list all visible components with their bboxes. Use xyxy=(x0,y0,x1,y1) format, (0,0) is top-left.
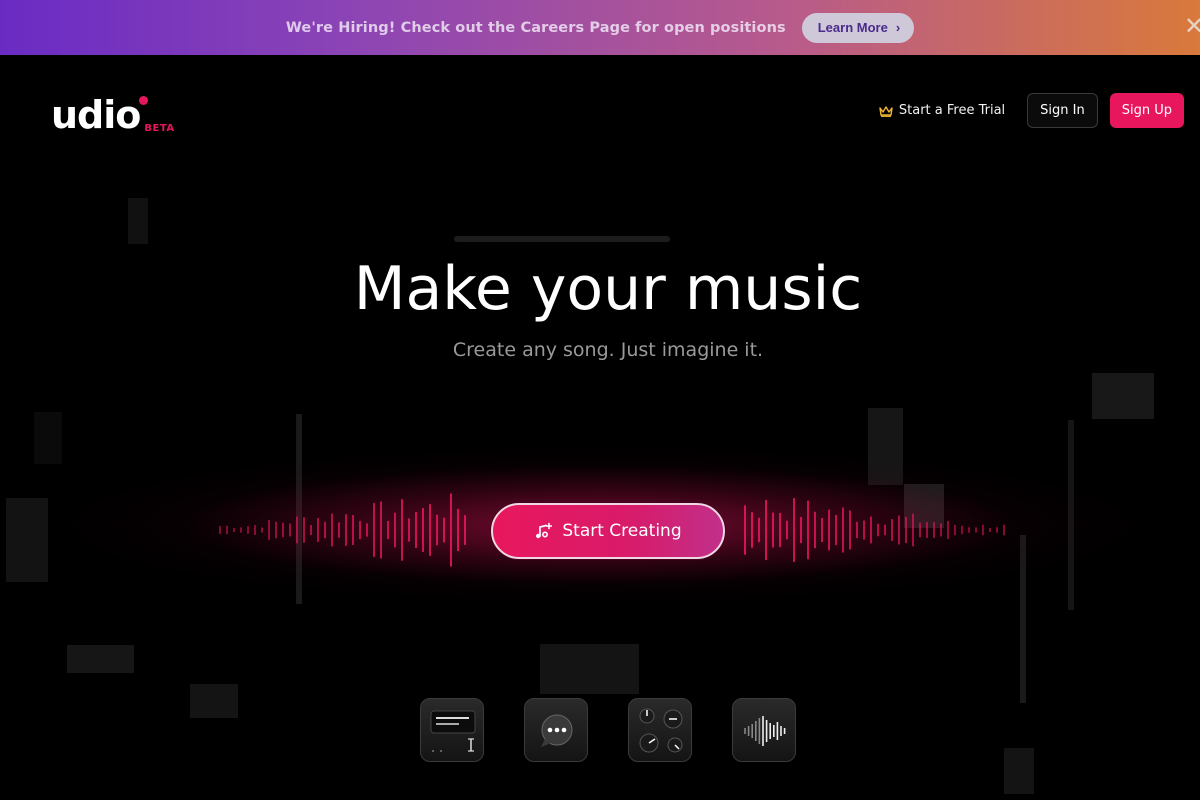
waveform-tile[interactable] xyxy=(732,698,796,762)
logo-dot xyxy=(139,96,148,105)
learn-more-label: Learn More xyxy=(817,20,888,35)
banner-text: We're Hiring! Check out the Careers Page… xyxy=(285,19,786,36)
decor-square xyxy=(540,644,639,694)
knobs-controls-icon xyxy=(639,708,683,753)
free-trial-link[interactable]: Start a Free Trial xyxy=(879,103,1005,118)
logo-wordmark: udio xyxy=(51,93,141,137)
beta-badge: BETA xyxy=(144,123,175,134)
start-creating-label: Start Creating xyxy=(562,521,682,541)
decor-square xyxy=(1004,748,1034,794)
crown-icon xyxy=(879,105,893,117)
decor-square xyxy=(128,198,148,244)
announcement-banner: We're Hiring! Check out the Careers Page… xyxy=(0,0,1200,55)
learn-more-button[interactable]: Learn More › xyxy=(801,12,915,43)
lyrics-editor-icon xyxy=(430,710,476,752)
chevron-right-icon: › xyxy=(895,20,901,35)
music-note-plus-icon xyxy=(536,522,553,539)
start-creating-button[interactable]: Start Creating xyxy=(491,503,725,559)
udio-logo[interactable]: udio BETA xyxy=(51,96,175,134)
sign-in-button[interactable]: Sign In xyxy=(1027,93,1098,128)
controls-tile[interactable] xyxy=(628,698,692,762)
hero-top-line xyxy=(454,236,670,242)
free-trial-label: Start a Free Trial xyxy=(898,103,1006,118)
close-icon[interactable]: ✕ xyxy=(1184,14,1200,38)
chat-tile[interactable] xyxy=(524,698,588,762)
hero-subtitle: Create any song. Just imagine it. xyxy=(452,339,764,361)
hero-title: Make your music xyxy=(353,254,863,324)
lyrics-editor-tile[interactable] xyxy=(420,698,484,762)
chat-bubble-icon xyxy=(541,714,573,747)
decor-square xyxy=(1092,373,1154,419)
header-nav: Start a Free Trial Sign In Sign Up xyxy=(879,93,1184,128)
decor-square xyxy=(67,645,134,673)
sign-up-button[interactable]: Sign Up xyxy=(1109,93,1184,128)
decor-square xyxy=(190,684,238,718)
waveform-icon xyxy=(744,716,786,746)
